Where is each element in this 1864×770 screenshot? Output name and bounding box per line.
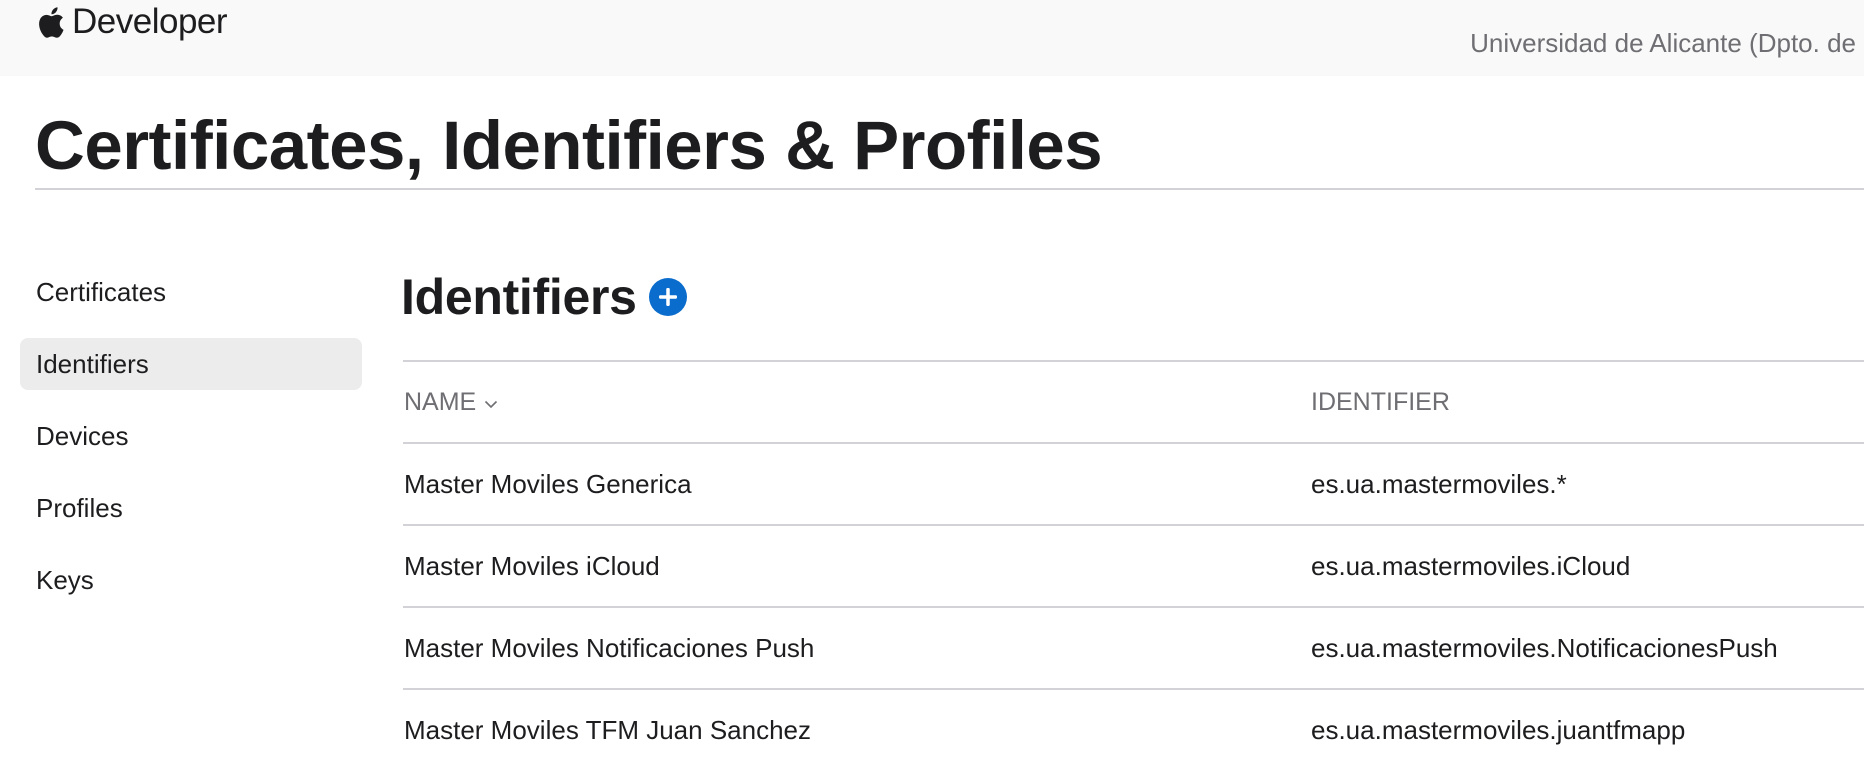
page-title: Certificates, Identifiers & Profiles — [35, 107, 1103, 184]
section-header: Identifiers — [401, 262, 687, 332]
sidebar-item-label: Devices — [36, 420, 129, 451]
row-identifier: es.ua.mastermoviles.* — [1311, 468, 1567, 499]
team-name[interactable]: Universidad de Alicante (Dpto. de — [1470, 28, 1856, 59]
row-name: Master Moviles Generica — [404, 468, 692, 499]
global-header: Developer Universidad de Alicante (Dpto.… — [0, 0, 1864, 76]
sidebar-item-profiles[interactable]: Profiles — [20, 482, 362, 534]
table-row[interactable]: Master Moviles Notificaciones Push es.ua… — [403, 608, 1864, 688]
column-header-name[interactable]: NAME — [404, 362, 498, 442]
plus-icon — [658, 288, 677, 306]
table-row[interactable]: Master Moviles TFM Juan Sanchez es.ua.ma… — [403, 690, 1864, 770]
table-row[interactable]: Master Moviles iCloud es.ua.mastermovile… — [403, 526, 1864, 606]
row-name: Master Moviles TFM Juan Sanchez — [404, 714, 811, 745]
sidebar-item-label: Profiles — [36, 492, 123, 523]
table-row[interactable]: Master Moviles Generica es.ua.mastermovi… — [403, 444, 1864, 524]
sidebar-nav: Certificates Identifiers Devices Profile… — [20, 266, 362, 626]
sidebar-item-keys[interactable]: Keys — [20, 554, 362, 606]
column-header-label: NAME — [404, 387, 477, 416]
row-identifier: es.ua.mastermoviles.iCloud — [1311, 550, 1631, 581]
sidebar-item-identifiers[interactable]: Identifiers — [20, 338, 362, 390]
column-header-identifier[interactable]: IDENTIFIER — [1311, 362, 1450, 442]
table-header-row: NAME IDENTIFIER — [403, 362, 1864, 442]
section-title: Identifiers — [401, 269, 637, 325]
row-name: Master Moviles Notificaciones Push — [404, 632, 815, 663]
brand-text: Developer — [72, 2, 228, 41]
sidebar-item-certificates[interactable]: Certificates — [20, 266, 362, 318]
sidebar-item-label: Identifiers — [36, 348, 149, 379]
apple-logo-icon — [36, 5, 65, 40]
sidebar-item-devices[interactable]: Devices — [20, 410, 362, 462]
row-identifier: es.ua.mastermoviles.NotificacionesPush — [1311, 632, 1778, 663]
column-header-label: IDENTIFIER — [1311, 387, 1450, 416]
row-name: Master Moviles iCloud — [404, 550, 660, 581]
identifiers-table: NAME IDENTIFIER Master Moviles Generica … — [403, 360, 1864, 770]
sidebar-item-label: Certificates — [36, 276, 167, 307]
sidebar-item-label: Keys — [36, 564, 94, 595]
chevron-down-icon — [485, 400, 498, 408]
row-identifier: es.ua.mastermoviles.juantfmapp — [1311, 714, 1686, 745]
add-identifier-button[interactable] — [648, 278, 687, 316]
title-divider — [35, 188, 1864, 190]
developer-home-link[interactable]: Developer — [36, 0, 228, 44]
